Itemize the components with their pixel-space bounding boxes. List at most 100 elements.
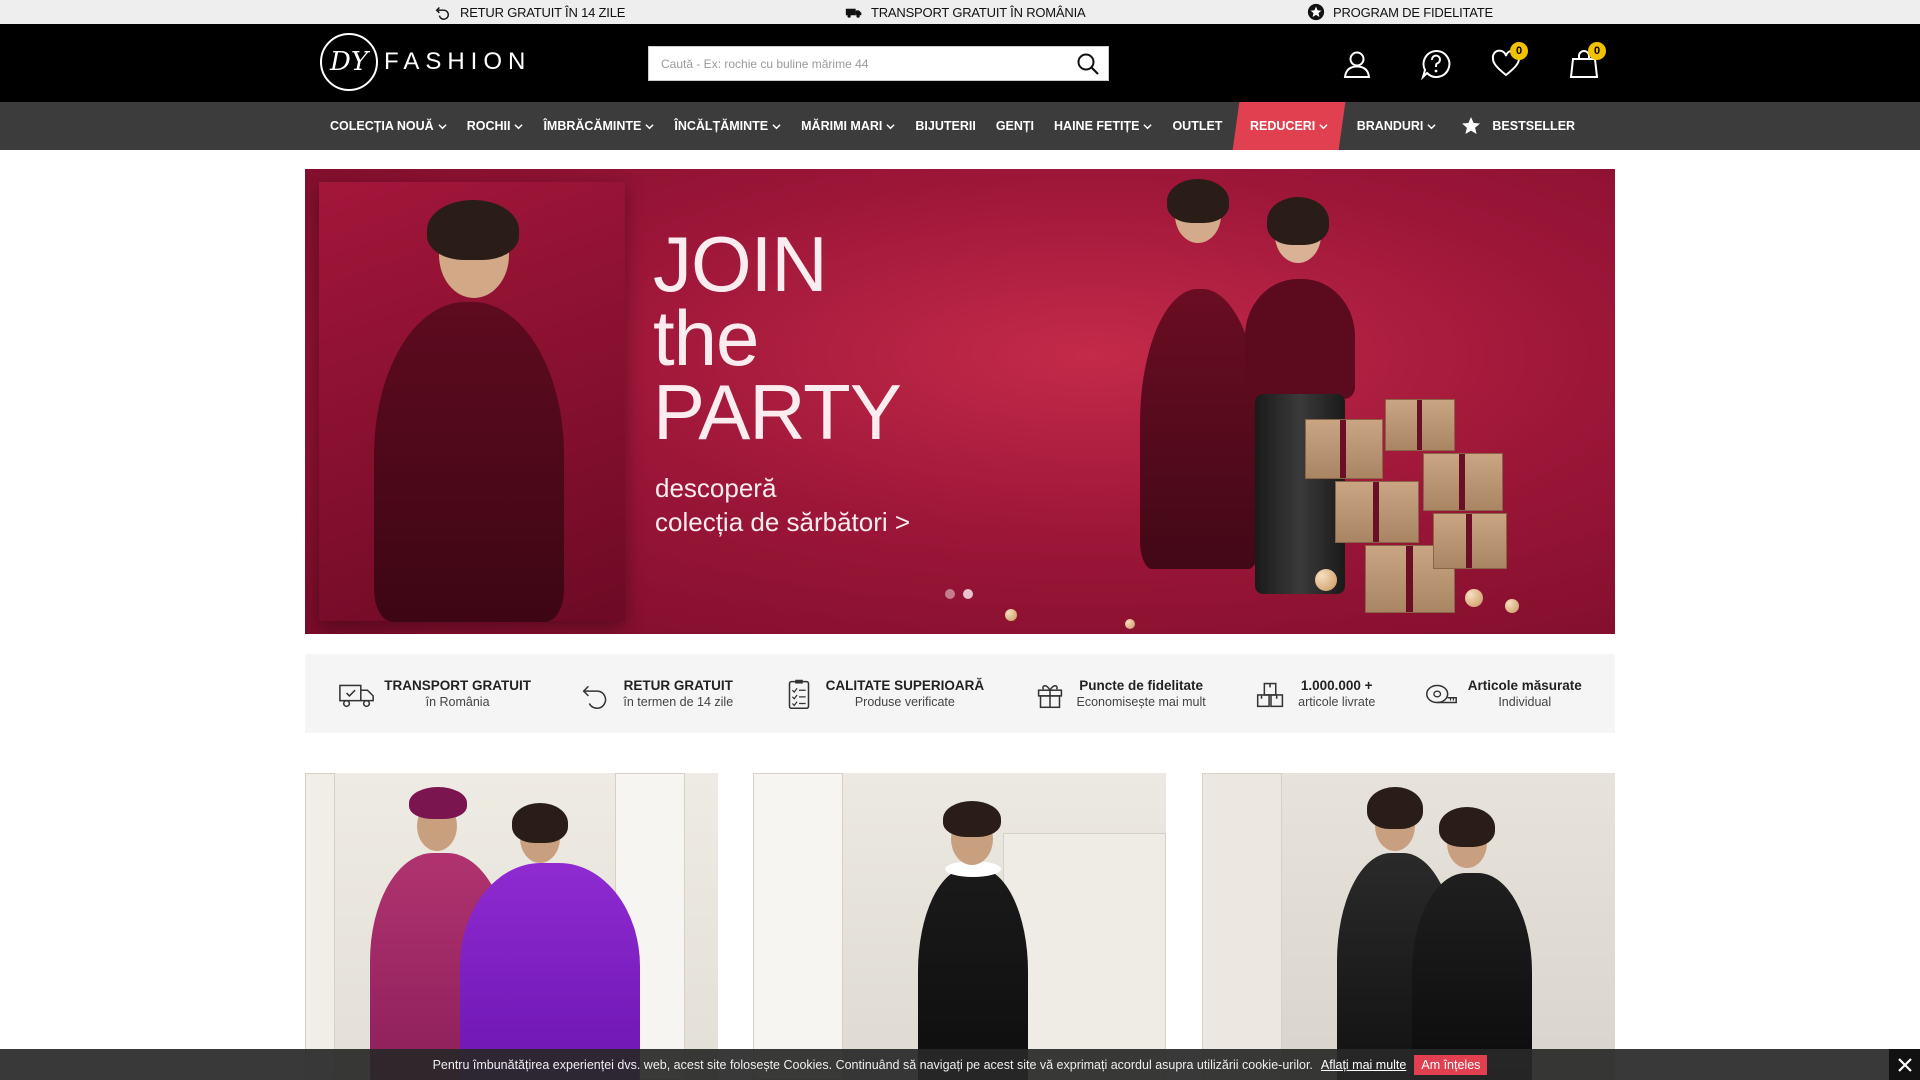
announcement-returns-text: RETUR GRATUIT ÎN 14 ZILE xyxy=(460,4,626,20)
cookie-close-button[interactable] xyxy=(1889,1049,1920,1080)
feature-subtitle: în termen de 14 zile xyxy=(623,695,734,709)
cookie-consent-bar: Pentru îmbunătățirea experienței dvs. we… xyxy=(0,1049,1920,1080)
hero-title: JOIN the PARTY xyxy=(653,220,902,456)
account-button[interactable] xyxy=(1337,44,1377,84)
hero-model-left xyxy=(1140,289,1260,569)
nav-label: ÎNCĂLȚĂMINTE xyxy=(674,119,769,133)
nav-item-clothing[interactable]: ÎMBRĂCĂMINTE xyxy=(533,102,664,150)
search-button[interactable] xyxy=(1068,47,1108,80)
chevron-down-icon xyxy=(645,123,654,129)
feature-subtitle: articole livrate xyxy=(1298,695,1376,709)
star-badge-icon xyxy=(1307,3,1325,21)
category-banner-2[interactable] xyxy=(753,773,1166,1080)
announcement-returns[interactable]: RETUR GRATUIT ÎN 14 ZILE xyxy=(434,0,625,24)
gift-icon xyxy=(1037,684,1062,708)
nav-label: BRANDURI xyxy=(1356,119,1424,133)
nav-item-plus-sizes[interactable]: MĂRIMI MARI xyxy=(791,102,905,150)
cookie-text: Pentru îmbunătățirea experienței dvs. we… xyxy=(432,1057,1313,1072)
cookie-learn-more-link[interactable]: Aflați mai multe xyxy=(1321,1058,1406,1072)
logo-mark: DY xyxy=(320,33,378,91)
carousel-dot-1[interactable] xyxy=(945,589,955,599)
nav-label: MĂRIMI MARI xyxy=(801,119,883,133)
feature-free-shipping: TRANSPORT GRATUIT în România xyxy=(338,677,531,711)
hero-photo-model xyxy=(319,182,625,622)
chevron-down-icon xyxy=(1427,123,1437,129)
nav-item-jewelry[interactable]: BIJUTERII xyxy=(905,102,985,150)
chevron-down-icon xyxy=(1320,123,1329,129)
help-button[interactable] xyxy=(1416,44,1456,84)
star-icon xyxy=(1462,117,1481,134)
nav-item-bags[interactable]: GENȚI xyxy=(986,102,1044,150)
feature-free-returns: RETUR GRATUIT în termen de 14 zile xyxy=(577,677,733,711)
feature-title: RETUR GRATUIT xyxy=(623,678,733,693)
search-box xyxy=(648,46,1109,81)
feature-measured-items: Articole măsurate Individual xyxy=(1422,677,1582,711)
user-icon xyxy=(1343,51,1371,78)
announcement-shipping-text: TRANSPORT GRATUIT ÎN ROMÂNIA xyxy=(871,4,1086,20)
gift-box xyxy=(1433,513,1507,569)
question-bubble-icon xyxy=(1421,49,1451,80)
feature-subtitle: Economisește mai mult xyxy=(1076,695,1206,709)
chevron-down-icon xyxy=(514,123,524,129)
category-banner-3[interactable] xyxy=(1202,773,1615,1080)
feature-title: Articole măsurate xyxy=(1467,678,1582,693)
cookie-accept-button[interactable]: Am înțeles xyxy=(1414,1054,1488,1075)
nav-label: OUTLET xyxy=(1172,119,1223,133)
gift-box xyxy=(1305,419,1383,479)
boxes-icon xyxy=(1257,682,1284,707)
carousel-dots xyxy=(945,589,973,599)
logo[interactable]: DY FASHION xyxy=(320,33,531,91)
nav-label: COLECȚIA NOUĂ xyxy=(330,119,434,133)
gift-box xyxy=(1335,481,1419,543)
feature-title: Puncte de fidelitate xyxy=(1079,678,1204,693)
feature-title: TRANSPORT GRATUIT xyxy=(384,678,531,693)
chevron-down-icon xyxy=(886,123,895,129)
features-strip: TRANSPORT GRATUIT în România RETUR GRATUI… xyxy=(305,654,1615,733)
nav-item-new-collection[interactable]: COLECȚIA NOUĂ xyxy=(320,102,457,150)
nav-item-shoes[interactable]: ÎNCĂLȚĂMINTE xyxy=(664,102,791,150)
hero-model-right xyxy=(1245,279,1355,399)
feature-quality: CALITATE SUPERIOARĂ Produse verificate xyxy=(780,677,985,711)
nav-label: ÎMBRĂCĂMINTE xyxy=(543,119,642,133)
tape-measure-icon xyxy=(1425,684,1457,703)
carousel-dot-2[interactable] xyxy=(963,589,973,599)
site-header: DY FASHION 0 0 xyxy=(0,24,1920,102)
nav-item-girls-clothing[interactable]: HAINE FETIȚE xyxy=(1044,102,1162,150)
feature-title: CALITATE SUPERIOARĂ xyxy=(825,678,985,693)
chevron-down-icon xyxy=(1143,123,1153,129)
wishlist-button[interactable]: 0 xyxy=(1486,42,1528,84)
feature-subtitle: Produse verificate xyxy=(854,695,955,709)
feature-subtitle: în România xyxy=(425,695,490,709)
nav-item-sale[interactable]: REDUCERI xyxy=(1233,102,1347,150)
feature-title: 1.000.000 + xyxy=(1300,678,1373,693)
feature-items-delivered: 1.000.000 + articole livrate xyxy=(1252,677,1375,711)
main-navigation: COLECȚIA NOUĂ ROCHII ÎMBRĂCĂMINTE ÎNCĂLȚ… xyxy=(0,102,1920,150)
announcement-bar: RETUR GRATUIT ÎN 14 ZILE TRANSPORT GRATU… xyxy=(0,0,1920,24)
nav-label: ROCHII xyxy=(466,119,511,133)
gift-box xyxy=(1423,453,1503,511)
feature-loyalty-points: Puncte de fidelitate Economisește mai mul… xyxy=(1031,677,1206,711)
nav-label: BESTSELLER xyxy=(1492,119,1576,133)
feature-subtitle: Individual xyxy=(1498,695,1552,709)
cart-button[interactable]: 0 xyxy=(1564,42,1606,84)
announcement-loyalty-text: PROGRAM DE FIDELITATE xyxy=(1333,4,1494,20)
truck-icon xyxy=(339,684,375,707)
nav-item-brands[interactable]: BRANDURI xyxy=(1347,102,1447,150)
nav-item-outlet[interactable]: OUTLET xyxy=(1162,102,1232,150)
hero-subtitle[interactable]: descoperă colecția de sărbători > xyxy=(655,471,910,539)
category-banner-1[interactable] xyxy=(305,773,718,1080)
return-arrow-icon xyxy=(435,6,450,20)
announcement-loyalty[interactable]: PROGRAM DE FIDELITATE xyxy=(1307,0,1493,24)
cart-count-badge: 0 xyxy=(1588,42,1606,60)
chevron-down-icon xyxy=(772,123,781,129)
chevron-down-icon xyxy=(438,123,447,129)
truck-icon xyxy=(845,8,862,18)
announcement-shipping[interactable]: TRANSPORT GRATUIT ÎN ROMÂNIA xyxy=(845,0,1086,24)
nav-label: GENȚI xyxy=(995,119,1035,133)
nav-item-dresses[interactable]: ROCHII xyxy=(457,102,534,150)
nav-item-bestseller[interactable]: BESTSELLER xyxy=(1446,102,1585,150)
checklist-icon xyxy=(788,679,809,709)
search-input[interactable] xyxy=(649,47,1068,80)
hero-banner[interactable]: JOIN the PARTY descoperă colecția de săr… xyxy=(305,169,1615,634)
return-icon xyxy=(582,685,607,709)
